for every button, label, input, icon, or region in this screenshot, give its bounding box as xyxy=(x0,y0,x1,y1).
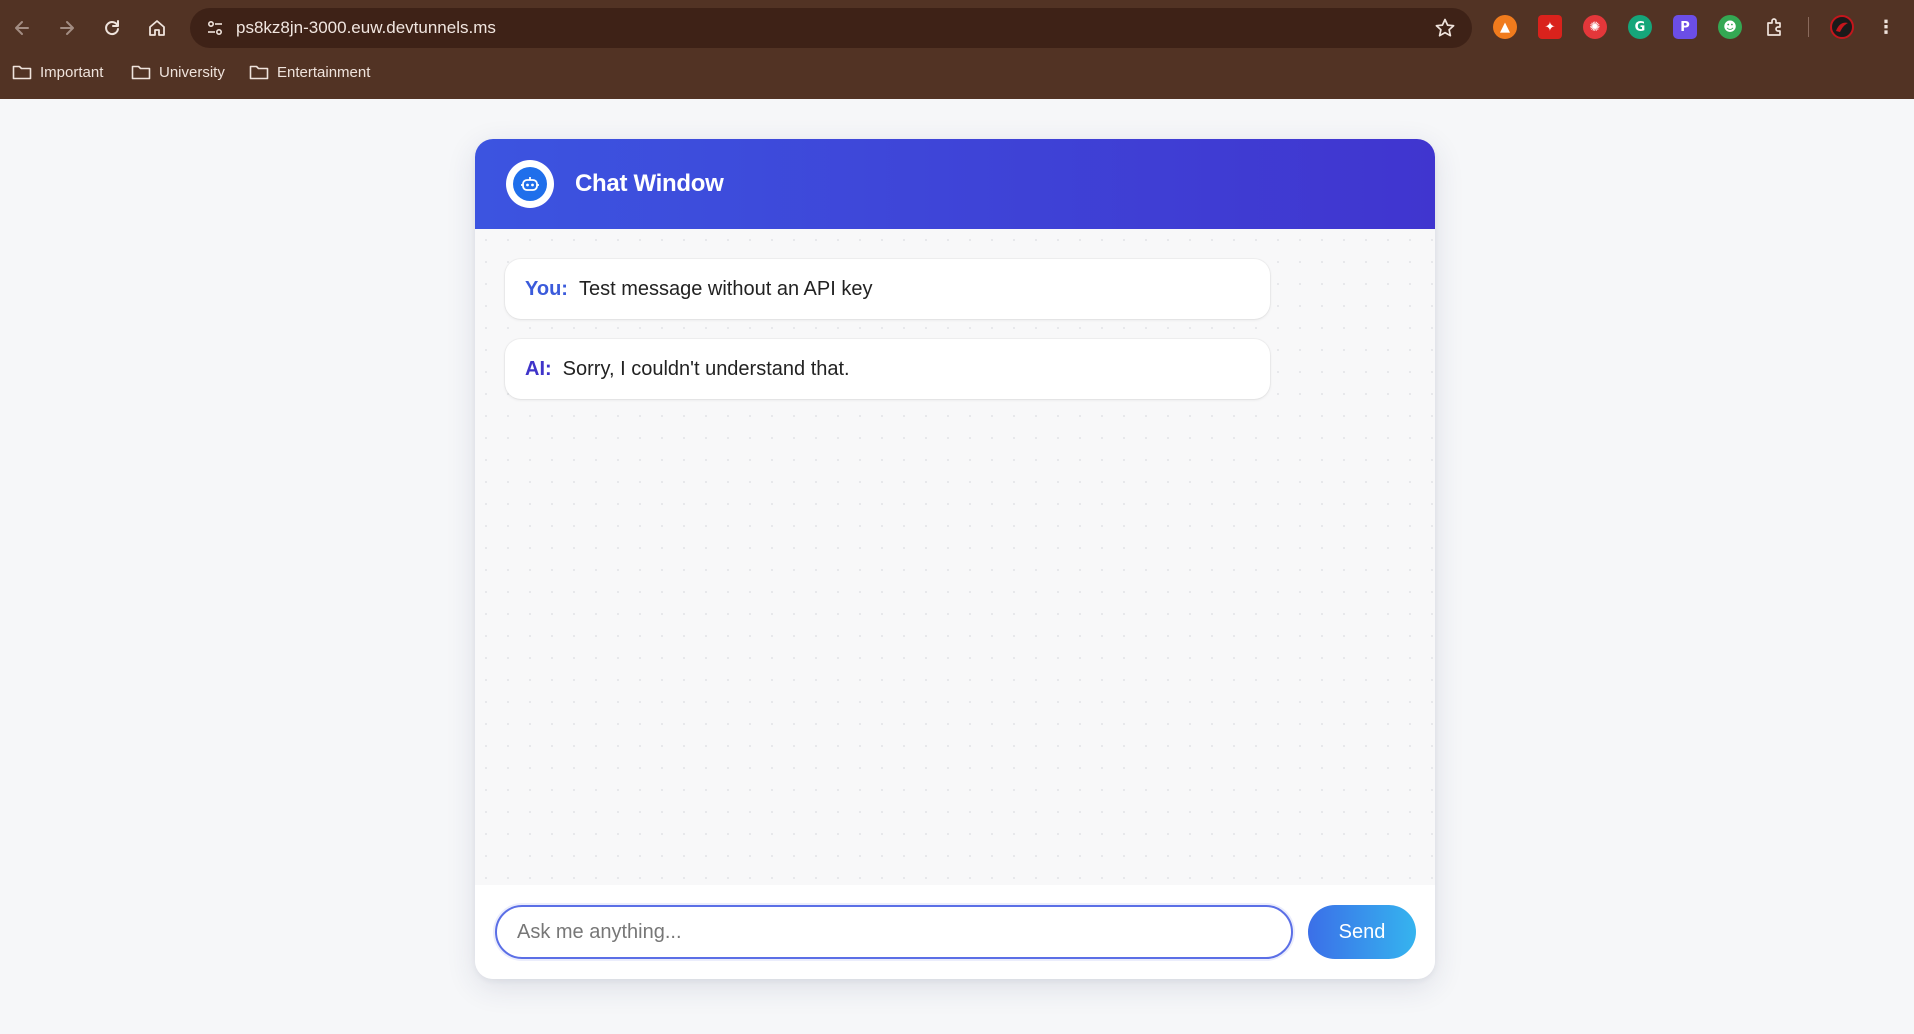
user-message: You: Test message without an API key xyxy=(505,259,1270,319)
reload-button[interactable] xyxy=(94,10,130,46)
bookmark-label: University xyxy=(159,63,225,81)
robot-icon xyxy=(513,167,547,201)
bookmark-folder-important[interactable]: Important xyxy=(12,60,103,84)
forward-button[interactable] xyxy=(49,10,85,46)
chat-header: Chat Window xyxy=(475,139,1435,229)
site-info-button[interactable] xyxy=(200,13,230,43)
bot-avatar xyxy=(506,160,554,208)
bookmark-label: Important xyxy=(40,63,104,81)
bookmark-label: Entertainment xyxy=(277,63,371,81)
message-input[interactable] xyxy=(495,905,1293,959)
message-text: Sorry, I couldn't understand that. xyxy=(562,357,850,380)
bookmark-folder-university[interactable]: University xyxy=(131,60,225,84)
pdf-extension-icon[interactable]: ✦ xyxy=(1538,15,1562,39)
sender-label: You: xyxy=(525,277,568,300)
send-button[interactable]: Send xyxy=(1308,905,1416,959)
orange-triangle-extension-icon[interactable]: ▲ xyxy=(1493,15,1517,39)
folder-icon xyxy=(131,65,151,80)
back-button[interactable] xyxy=(4,10,40,46)
menu-icon[interactable]: ⋮ xyxy=(1874,15,1898,39)
tune-icon xyxy=(207,20,223,36)
bookmarks-bar: Important University Entertainment xyxy=(0,56,1914,88)
chat-window: Chat Window You: Test message without an… xyxy=(475,139,1435,979)
profile-avatar[interactable] xyxy=(1830,15,1854,39)
red-circle-extension-icon[interactable]: ✺ xyxy=(1583,15,1607,39)
ai-message: AI: Sorry, I couldn't understand that. xyxy=(505,339,1270,399)
reload-icon xyxy=(105,20,119,36)
address-bar[interactable]: ps8kz8jn-3000.euw.devtunnels.ms xyxy=(190,8,1472,48)
toolbar-separator xyxy=(1808,17,1809,37)
puzzle-extensions-icon[interactable] xyxy=(1763,15,1787,39)
browser-toolbar: ps8kz8jn-3000.euw.devtunnels.ms ▲ ✦ ✺ G … xyxy=(0,0,1914,56)
message-text: Test message without an API key xyxy=(578,277,873,300)
home-icon xyxy=(149,20,165,36)
green-robot-extension-icon[interactable]: ☻ xyxy=(1718,15,1742,39)
input-bar: Send xyxy=(475,885,1435,979)
home-button[interactable] xyxy=(139,10,175,46)
chat-title: Chat Window xyxy=(575,170,724,197)
bookmark-star-icon[interactable] xyxy=(1434,17,1456,39)
forward-arrow-icon xyxy=(60,21,74,35)
purple-p-extension-icon[interactable]: P xyxy=(1673,15,1697,39)
back-arrow-icon xyxy=(15,21,29,35)
message-list: You: Test message without an API key AI:… xyxy=(475,229,1435,885)
folder-icon xyxy=(12,65,32,80)
folder-icon xyxy=(249,65,269,80)
browser-chrome: ps8kz8jn-3000.euw.devtunnels.ms ▲ ✦ ✺ G … xyxy=(0,0,1914,99)
url-text[interactable]: ps8kz8jn-3000.euw.devtunnels.ms xyxy=(236,8,496,48)
sender-label: AI: xyxy=(525,357,552,380)
bookmark-folder-entertainment[interactable]: Entertainment xyxy=(249,60,370,84)
grammarly-extension-icon[interactable]: G xyxy=(1628,15,1652,39)
